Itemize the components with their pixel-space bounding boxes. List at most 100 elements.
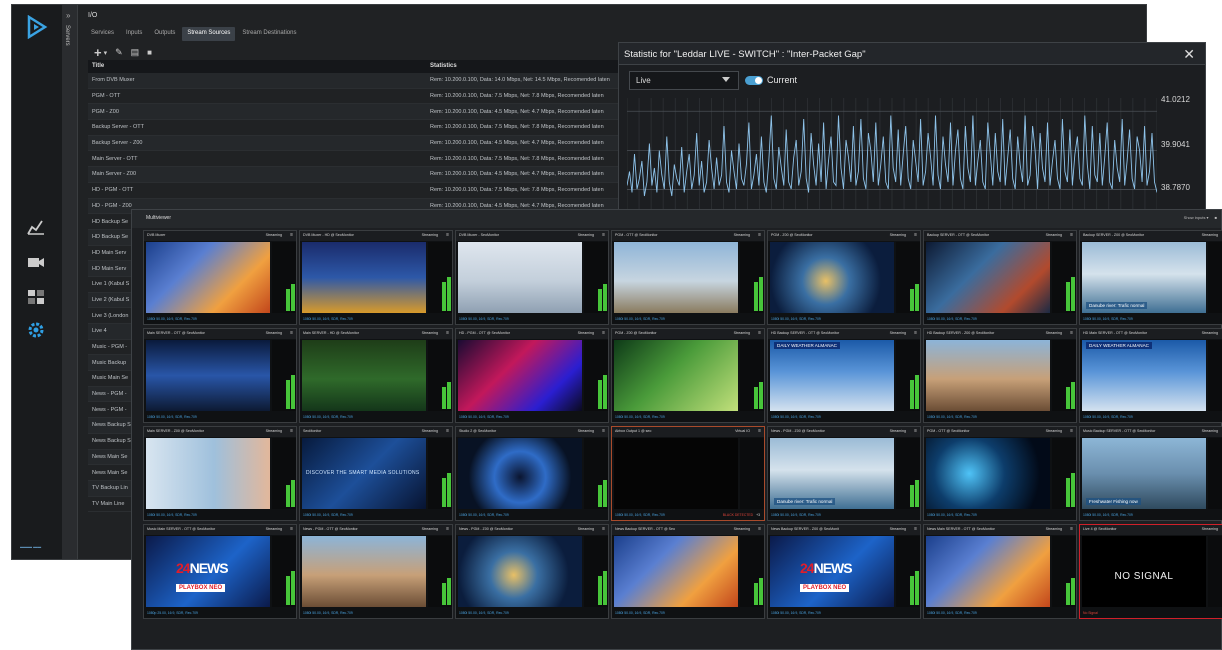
video-preview[interactable] bbox=[302, 340, 426, 411]
hamburger-menu-icon[interactable]: ≡ bbox=[758, 233, 761, 238]
hamburger-menu-icon[interactable]: ≡ bbox=[1070, 527, 1073, 532]
statistics-icon[interactable] bbox=[26, 218, 46, 236]
multiviewer-tile[interactable]: Main SERVER - OTT @ SeoMonitor Streaming ≡… bbox=[143, 328, 297, 423]
hamburger-menu-icon[interactable]: ≡ bbox=[290, 233, 293, 238]
tab-stream-sources[interactable]: Stream Sources bbox=[182, 27, 236, 41]
hamburger-menu-icon[interactable]: ≡ bbox=[290, 527, 293, 532]
table-row[interactable]: PGM - Z00 Rem: 10.200.0.100, Data: 4.5 Mb… bbox=[88, 104, 624, 121]
multiviewer-tile[interactable]: HD Main SERVER - OTT @ SeoMonitor Streami… bbox=[1079, 328, 1222, 423]
servers-panel-collapsed[interactable]: » Servers bbox=[62, 5, 78, 559]
multiviewer-tile[interactable]: HD Backup SERVER - OTT @ SeoMonitor Strea… bbox=[767, 328, 921, 423]
table-row[interactable]: PGM - OTT Rem: 10.200.0.100, Data: 7.5 Mb… bbox=[88, 89, 624, 105]
close-icon[interactable]: ✕ bbox=[1183, 46, 1195, 63]
hamburger-menu-icon[interactable]: ≡ bbox=[758, 527, 761, 532]
multiviewer-tile[interactable]: Main SERVER - Z00 @ SeoMonitor Streaming ≡… bbox=[143, 426, 297, 521]
expand-arrow-icon[interactable]: » bbox=[66, 11, 70, 20]
hamburger-menu-icon[interactable]: ≡ bbox=[446, 429, 449, 434]
hamburger-menu-icon[interactable]: ≡ bbox=[446, 331, 449, 336]
range-select[interactable]: Live bbox=[629, 71, 739, 90]
hamburger-menu-icon[interactable]: ≡ bbox=[914, 233, 917, 238]
table-row[interactable]: Main Server - Z00 Rem: 10.200.0.100, Data… bbox=[88, 167, 624, 183]
multiviewer-tile[interactable]: News Main SERVER - OTT @ SeoMonitor Strea… bbox=[923, 524, 1077, 619]
multiviewer-tile[interactable]: News Backup SERVER - Z00 @ SeoMonit Strea… bbox=[767, 524, 921, 619]
video-preview[interactable] bbox=[614, 438, 738, 509]
video-preview[interactable] bbox=[302, 536, 426, 607]
video-preview[interactable] bbox=[302, 242, 426, 313]
multiviewer-tile[interactable]: DVB Muxer - SeoMonitor Streaming ≡ 1080i 50… bbox=[455, 230, 609, 325]
multiviewer-tile[interactable]: DVB Muxer - HD @ SeoMonitor Streaming ≡ 108… bbox=[299, 230, 453, 325]
video-preview[interactable] bbox=[926, 438, 1050, 509]
hamburger-menu-icon[interactable]: ≡ bbox=[1070, 331, 1073, 336]
video-preview[interactable] bbox=[146, 340, 270, 411]
multiviewer-tile[interactable]: Studio 2 @ SeoMonitor Streaming ≡ 1080i 50.… bbox=[455, 426, 609, 521]
multiviewer-tile[interactable]: PGM - Z00 @ SeoMonitor Streaming ≡ 1080i 50… bbox=[611, 328, 765, 423]
multiviewer-tile[interactable]: News - PGM - Z00 @ SeoMonitor Streaming ≡ 1… bbox=[455, 524, 609, 619]
multiviewer-tile[interactable]: Backup SERVER - Z00 @ SeoMonitor Streamin… bbox=[1079, 230, 1222, 325]
multiviewer-tile[interactable]: News - PGM - OTT @ SeoMonitor Streaming ≡ 1… bbox=[299, 524, 453, 619]
hamburger-menu-icon[interactable]: ≡ bbox=[602, 527, 605, 532]
multiviewer-tile[interactable]: Music Main SERVER - OTT @ SeoMonitor Stre… bbox=[143, 524, 297, 619]
video-preview[interactable]: Danube river: Trafic normal bbox=[770, 438, 894, 509]
video-preview[interactable]: NO SIGNAL bbox=[1082, 536, 1206, 607]
video-preview[interactable] bbox=[458, 340, 582, 411]
video-preview[interactable]: 24NEWS PLAYBOX NEO bbox=[770, 536, 894, 607]
table-row[interactable]: HD - PGM - OTT Rem: 10.200.0.100, Data: 7… bbox=[88, 183, 624, 199]
multiviewer-tile[interactable]: HD - PGM - OTT @ SeoMonitor Streaming ≡ 108… bbox=[455, 328, 609, 423]
tab-outputs[interactable]: Outputs bbox=[149, 27, 180, 41]
table-row[interactable]: From DVB Muxer Rem: 10.200.0.100, Data: 1… bbox=[88, 73, 624, 89]
video-preview[interactable] bbox=[146, 438, 270, 509]
delete-icon[interactable]: ■ bbox=[147, 48, 152, 57]
video-preview[interactable] bbox=[614, 340, 738, 411]
table-row[interactable]: Main Server - OTT Rem: 10.200.0.100, Data… bbox=[88, 151, 624, 168]
hamburger-menu-icon[interactable]: ≡ bbox=[446, 233, 449, 238]
video-camera-icon[interactable] bbox=[26, 253, 46, 271]
multiviewer-tile[interactable]: Music Backup SERVER - OTT @ SeoMonitor St… bbox=[1079, 426, 1222, 521]
tab-stream-destinations[interactable]: Stream Destinations bbox=[237, 27, 301, 41]
multiviewer-tile[interactable]: News Backup SERVER - OTT @ Seo Streaming ≡… bbox=[611, 524, 765, 619]
hamburger-menu-icon[interactable]: ≡ bbox=[446, 527, 449, 532]
hamburger-menu-icon[interactable]: ≡ bbox=[602, 331, 605, 336]
multiviewer-tile[interactable]: Main SERVER - HD @ SeoMonitor Streaming ≡ 1… bbox=[299, 328, 453, 423]
hamburger-menu-icon[interactable]: ≡ bbox=[602, 429, 605, 434]
multiviewer-tile[interactable]: News - PGM - Z00 @ SeoMonitor Streaming ≡ D… bbox=[767, 426, 921, 521]
hamburger-menu-icon[interactable]: ≡ bbox=[290, 429, 293, 434]
video-preview[interactable] bbox=[926, 340, 1050, 411]
video-preview[interactable]: DISCOVER THE SMART MEDIA SOLUTIONS bbox=[302, 438, 426, 509]
fullscreen-icon[interactable]: ■ bbox=[1215, 215, 1217, 220]
video-preview[interactable]: Danube river: Trafic normal bbox=[1082, 242, 1206, 313]
document-icon[interactable]: ▤ bbox=[131, 47, 140, 58]
settings-gear-icon[interactable] bbox=[26, 321, 46, 339]
multiviewer-tile[interactable]: PGM - OTT @ SeoMonitor Streaming ≡ 1080i 50… bbox=[923, 426, 1077, 521]
video-preview[interactable] bbox=[926, 242, 1050, 313]
multiviewer-tile[interactable]: PGM - OTT @ SeoMonitor Streaming ≡ 1080i 50… bbox=[611, 230, 765, 325]
hamburger-menu-icon[interactable]: ≡ bbox=[758, 331, 761, 336]
hamburger-menu-icon[interactable]: ≡ bbox=[914, 331, 917, 336]
multiviewer-tile[interactable]: Backup SERVER - OTT @ SeoMonitor Streamin… bbox=[923, 230, 1077, 325]
multiviewer-tile[interactable]: PGM - Z00 @ SeoMonitor Streaming ≡ 1080i 50… bbox=[767, 230, 921, 325]
video-preview[interactable] bbox=[926, 536, 1050, 607]
column-header-title[interactable]: Title bbox=[88, 60, 426, 73]
hamburger-menu-icon[interactable]: ≡ bbox=[758, 429, 761, 434]
add-icon[interactable]: + bbox=[94, 45, 102, 60]
column-header-statistics[interactable]: Statistics bbox=[426, 60, 624, 73]
multiviewer-tile[interactable]: DVB Muxer Streaming ≡ 1080i 50.00, 16:9, SD… bbox=[143, 230, 297, 325]
multiviewer-icon[interactable] bbox=[26, 288, 46, 306]
hamburger-menu-icon[interactable]: ≡ bbox=[602, 233, 605, 238]
hamburger-menu-icon[interactable]: ≡ bbox=[1070, 429, 1073, 434]
current-toggle[interactable] bbox=[745, 76, 763, 85]
hamburger-menu-icon[interactable]: ≡ bbox=[914, 527, 917, 532]
video-preview[interactable] bbox=[458, 536, 582, 607]
add-dropdown-icon[interactable]: ▾ bbox=[104, 49, 108, 57]
video-preview[interactable]: DAILY WEATHER ALMANAC bbox=[770, 340, 894, 411]
video-preview[interactable]: Freshwater Fishing now bbox=[1082, 438, 1206, 509]
table-row[interactable]: Backup Server - OTT Rem: 10.200.0.100, Da… bbox=[88, 120, 624, 136]
multiviewer-tile[interactable]: SeoMonitor Streaming ≡ DISCOVER THE SMART M… bbox=[299, 426, 453, 521]
video-preview[interactable] bbox=[770, 242, 894, 313]
app-logo-icon[interactable] bbox=[26, 15, 48, 39]
hamburger-menu-icon[interactable]: ≡ bbox=[914, 429, 917, 434]
video-preview[interactable]: DAILY WEATHER ALMANAC bbox=[1082, 340, 1206, 411]
tab-services[interactable]: Services bbox=[86, 27, 119, 41]
video-preview[interactable] bbox=[458, 438, 582, 509]
video-preview[interactable]: 24NEWS PLAYBOX NEO bbox=[146, 536, 270, 607]
edit-icon[interactable]: ✎ bbox=[115, 47, 123, 58]
